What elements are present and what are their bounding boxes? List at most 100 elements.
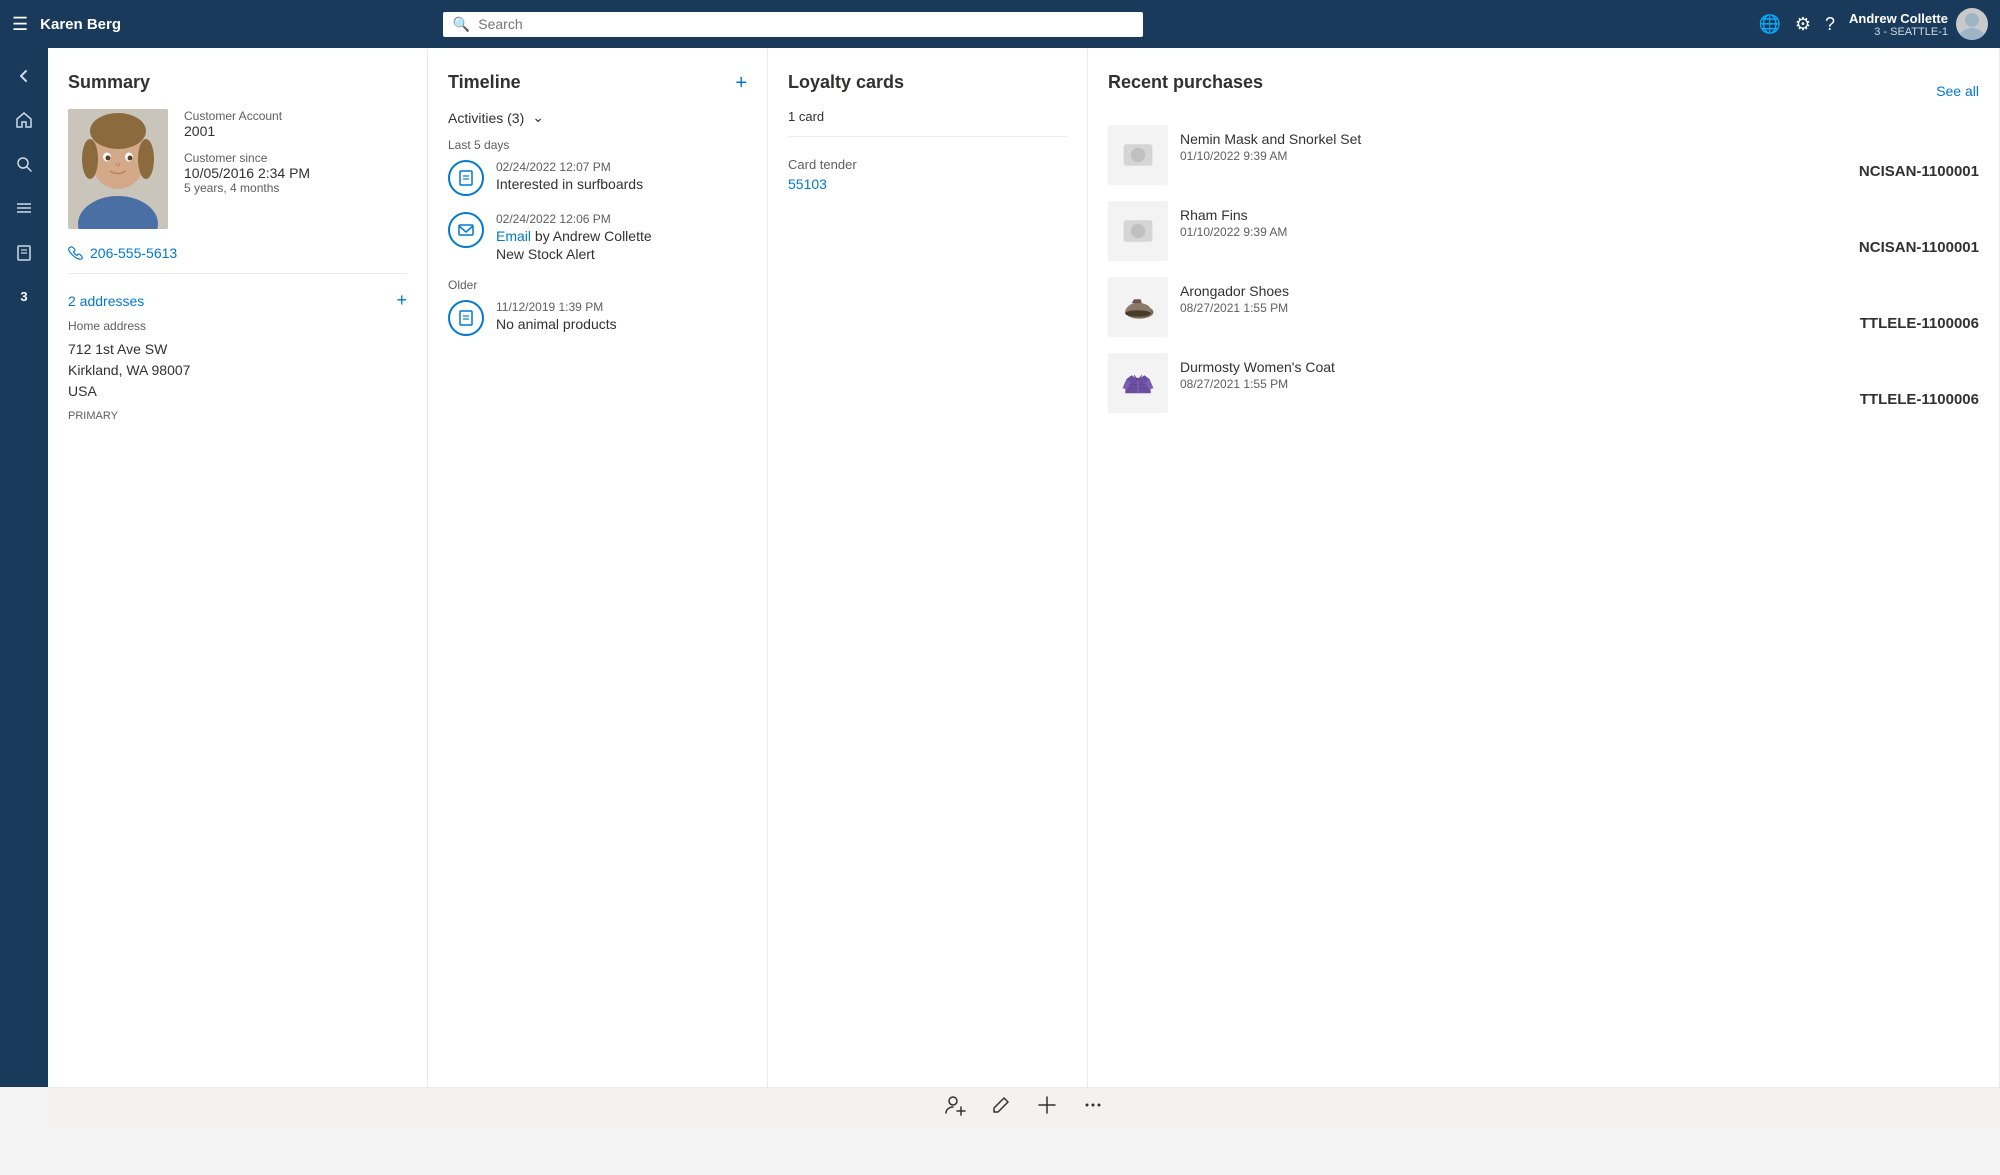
timeline-email-desc: New Stock Alert [496,246,652,262]
edit-button[interactable] [990,1094,1012,1121]
email-by-text: by Andrew Collette [535,228,652,244]
app-title: Karen Berg [40,16,121,33]
sidebar-item-clipboard[interactable] [4,232,44,272]
purchase-id-4: TTLELE-1100006 [1180,391,1979,408]
add-customer-button[interactable] [944,1094,966,1121]
addresses-link[interactable]: 2 addresses [68,293,144,309]
purchase-date-2: 01/10/2022 9:39 AM [1180,225,1979,239]
search-bar[interactable]: 🔍 [443,12,1143,37]
product-icon-fins [1120,213,1156,249]
home-address-block: Home address 712 1st Ave SW Kirkland, WA… [68,319,407,422]
primary-badge: PRIMARY [68,410,407,422]
sidebar-item-back[interactable] [4,56,44,96]
customer-since-label: Customer since [184,151,310,165]
customer-info: Customer Account 2001 Customer since 10/… [184,109,310,229]
search-icon: 🔍 [453,16,470,33]
timeline-email-icon [448,212,484,248]
phone-number[interactable]: 206-555-5613 [68,245,407,261]
customer-photo [68,109,168,229]
sidebar-badge-number[interactable]: 3 [4,276,44,316]
timeline-older-icon [448,300,484,336]
more-button[interactable] [1082,1094,1104,1121]
timeline-time-1: 02/24/2022 12:07 PM [496,160,643,174]
sidebar-item-menu[interactable] [4,188,44,228]
timeline-panel: Timeline Activities (3) ⌄ + Last 5 days … [428,48,768,1087]
customer-header: Customer Account 2001 Customer since 10/… [68,109,407,229]
address-text: 712 1st Ave SW Kirkland, WA 98007 USA [68,339,407,402]
chevron-down-icon[interactable]: ⌄ [532,109,544,126]
add-address-button[interactable]: + [396,290,407,311]
timeline-time-2: 02/24/2022 12:06 PM [496,212,652,226]
purchase-thumb-4 [1108,353,1168,413]
loyalty-card-tender-label: Card tender [788,157,1067,172]
purchase-name-1: Nemin Mask and Snorkel Set [1180,131,1979,147]
purchases-panel: Recent purchases See all Nemin Mask and … [1088,48,2000,1087]
customer-account-value: 2001 [184,123,310,139]
purchases-title: Recent purchases [1108,72,1263,93]
purchase-id-1: NCISAN-1100001 [1180,163,1979,180]
avatar[interactable] [1956,8,1988,40]
customer-since-date: 10/05/2016 2:34 PM [184,165,310,181]
timeline-older-desc: No animal products [496,316,617,332]
customer-account-block: Customer Account 2001 [184,109,310,139]
timeline-header: Activities (3) ⌄ [448,109,747,126]
timeline-item: 02/24/2022 12:07 PM Interested in surfbo… [448,160,747,196]
loyalty-card-id[interactable]: 55103 [788,176,1067,192]
see-all-link[interactable]: See all [1936,83,1979,99]
address-line2: Kirkland, WA 98007 [68,360,407,381]
add-timeline-button[interactable]: + [735,72,747,95]
timeline-desc-1: Interested in surfboards [496,176,643,192]
purchase-thumb-2 [1108,201,1168,261]
product-icon-generic [1120,137,1156,173]
home-address-label: Home address [68,319,407,333]
purchase-thumb-1 [1108,125,1168,185]
address-line1: 712 1st Ave SW [68,339,407,360]
purchase-date-4: 08/27/2021 1:55 PM [1180,377,1979,391]
purchase-name-4: Durmosty Women's Coat [1180,359,1979,375]
timeline-item: 11/12/2019 1:39 PM No animal products [448,300,747,336]
purchase-item: Rham Fins 01/10/2022 9:39 AM NCISAN-1100… [1108,201,1979,261]
add-button[interactable] [1036,1094,1058,1121]
timeline-item: 02/24/2022 12:06 PM Email by Andrew Coll… [448,212,747,262]
purchase-info-4: Durmosty Women's Coat 08/27/2021 1:55 PM… [1180,359,1979,408]
loyalty-count: 1 card [788,109,1067,124]
address-line3: USA [68,381,407,402]
customer-account-label: Customer Account [184,109,310,123]
purchase-thumb-3 [1108,277,1168,337]
product-icon-jacket [1120,365,1156,401]
loyalty-card: Card tender 55103 [788,149,1067,200]
purchase-item: Nemin Mask and Snorkel Set 01/10/2022 9:… [1108,125,1979,185]
timeline-note-icon [448,160,484,196]
purchase-date-3: 08/27/2021 1:55 PM [1180,301,1979,315]
sidebar-item-home[interactable] [4,100,44,140]
email-link[interactable]: Email [496,228,531,244]
timeline-title: Timeline [448,72,747,93]
user-name: Andrew Collette [1849,11,1948,26]
sidebar-item-search[interactable] [4,144,44,184]
purchase-id-3: TTLELE-1100006 [1180,315,1979,332]
user-text: Andrew Collette 3 - SEATTLE-1 [1849,11,1948,38]
globe-icon[interactable]: 🌐 [1758,14,1780,35]
purchase-info-1: Nemin Mask and Snorkel Set 01/10/2022 9:… [1180,131,1979,180]
top-navigation: ☰ Karen Berg 🔍 🌐 ⚙ ? Andrew Collette 3 -… [0,0,2000,48]
settings-icon[interactable]: ⚙ [1795,14,1811,35]
activities-row: Activities (3) ⌄ [448,109,544,126]
purchase-name-2: Rham Fins [1180,207,1979,223]
timeline-older-time: 11/12/2019 1:39 PM [496,300,617,314]
bottom-bar [48,1087,2000,1127]
customer-since-block: Customer since 10/05/2016 2:34 PM 5 year… [184,151,310,195]
help-icon[interactable]: ? [1825,14,1835,35]
main-content: Summary [48,48,2000,1087]
purchase-info-3: Arongador Shoes 08/27/2021 1:55 PM TTLEL… [1180,283,1979,332]
timeline-content-2: 02/24/2022 12:06 PM Email by Andrew Coll… [496,212,652,262]
activities-label: Activities (3) [448,110,524,126]
purchases-header: Recent purchases See all [1108,72,1979,109]
phone-text[interactable]: 206-555-5613 [90,245,177,261]
top-nav-right: 🌐 ⚙ ? Andrew Collette 3 - SEATTLE-1 [1758,8,1988,40]
user-info: Andrew Collette 3 - SEATTLE-1 [1849,8,1988,40]
timeline-content-1: 02/24/2022 12:07 PM Interested in surfbo… [496,160,643,192]
hamburger-menu-icon[interactable]: ☰ [12,14,28,35]
search-input[interactable] [478,16,1133,32]
customer-since-duration: 5 years, 4 months [184,181,310,195]
addresses-row: 2 addresses + [68,290,407,311]
